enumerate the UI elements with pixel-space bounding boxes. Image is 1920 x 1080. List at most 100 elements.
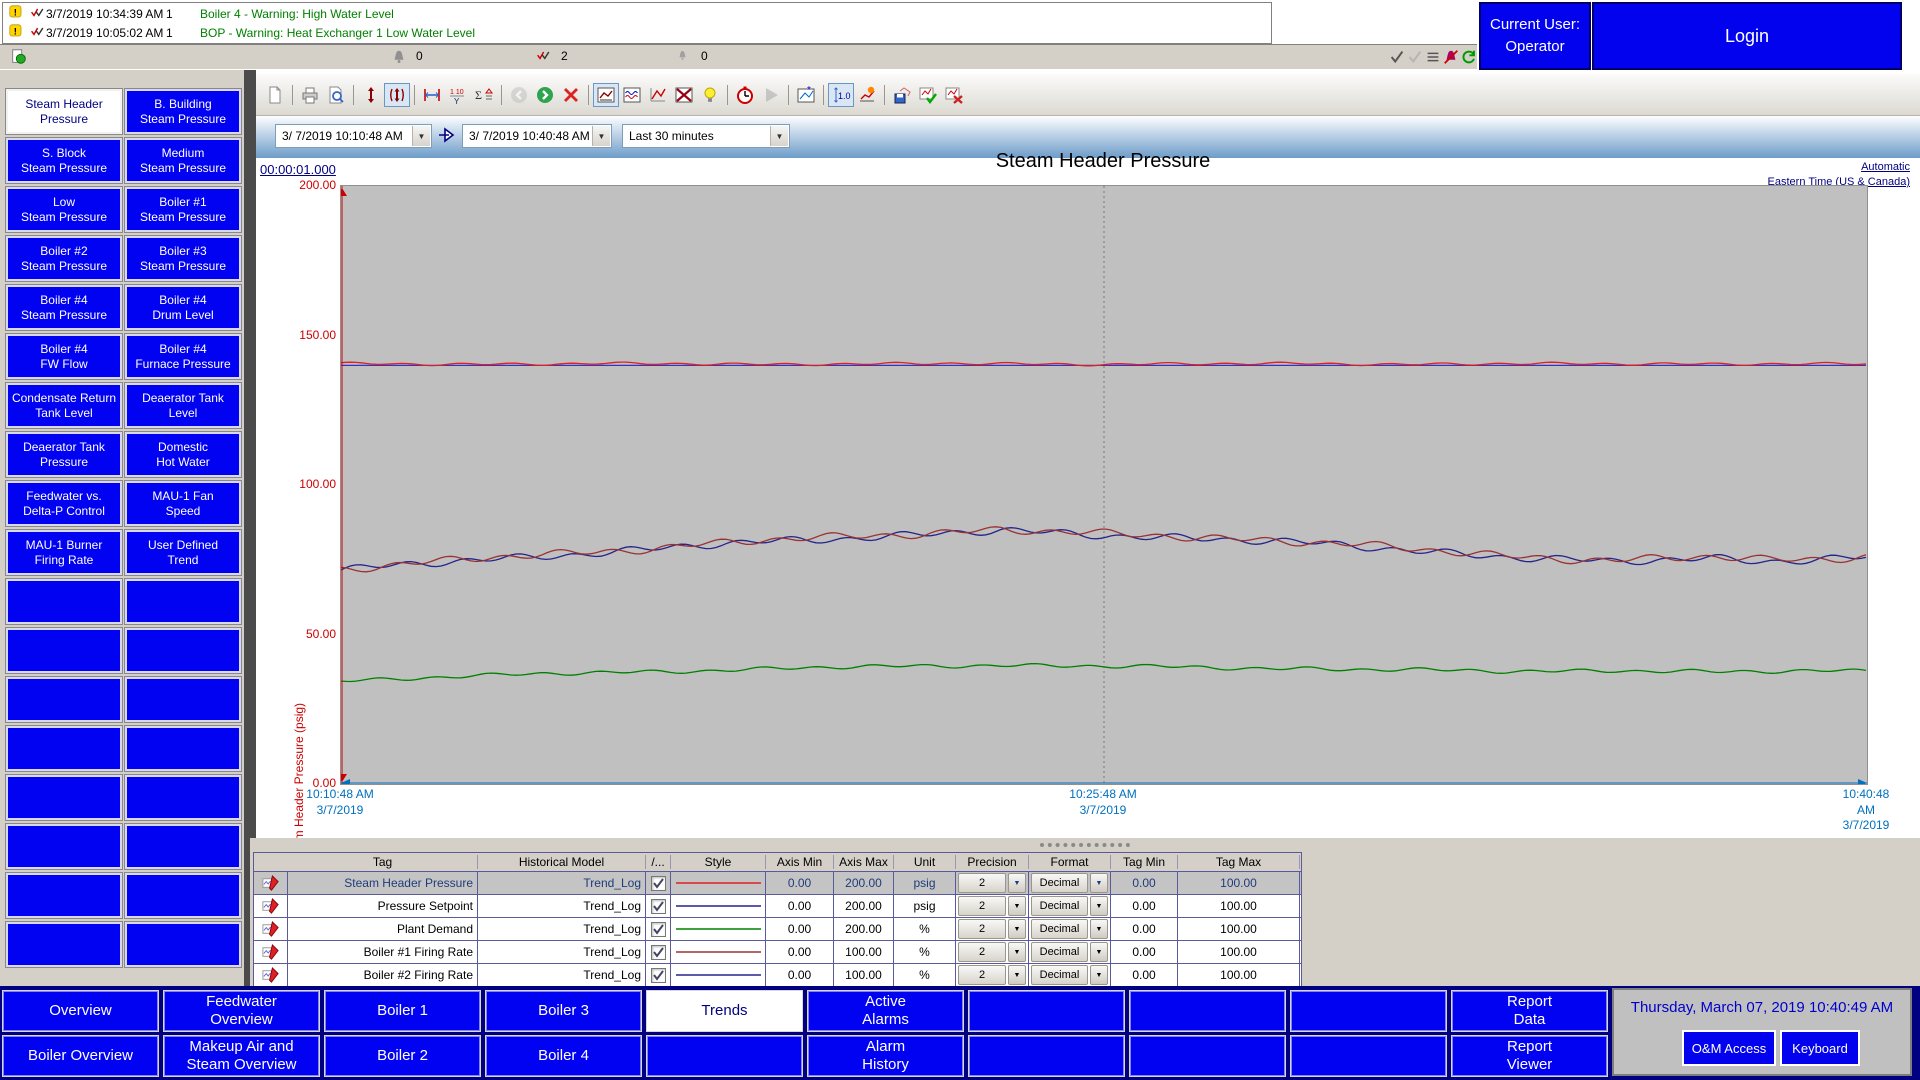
trend-plot-area[interactable] xyxy=(340,185,1868,785)
sidebar-item-empty[interactable] xyxy=(5,921,123,968)
save-chart-icon[interactable] xyxy=(889,83,915,107)
login-button[interactable]: Login xyxy=(1592,2,1902,70)
nav-empty-button[interactable] xyxy=(646,1035,803,1077)
scale-10-icon[interactable]: 1.0 xyxy=(828,82,854,107)
nav-overview[interactable]: Overview xyxy=(2,990,159,1032)
sidebar-item-empty[interactable] xyxy=(5,725,123,772)
menu-lines-icon[interactable] xyxy=(1424,48,1442,66)
refresh-icon[interactable] xyxy=(1460,48,1478,66)
sidebar-item-boiler-4-drum-level[interactable]: Boiler #4 Drum Level xyxy=(124,284,242,331)
table-row[interactable]: Plant Demand Trend_Log 0.00 200.00% 2 ▼ Decima… xyxy=(254,917,1301,940)
time-range-combo[interactable]: Last 30 minutes ▼ xyxy=(622,124,790,148)
chevron-down-icon[interactable]: ▼ xyxy=(592,126,610,146)
delete-x-icon[interactable] xyxy=(558,83,584,107)
sidebar-item-domestic-hot-water[interactable]: Domestic Hot Water xyxy=(124,431,242,478)
sidebar-item-boiler-1-steam-pressure[interactable]: Boiler #1 Steam Pressure xyxy=(124,186,242,233)
sidebar-item-empty[interactable] xyxy=(124,578,242,625)
print-preview-icon[interactable] xyxy=(323,83,349,107)
sidebar-item-boiler-4-fw-flow[interactable]: Boiler #4 FW Flow xyxy=(5,333,123,380)
bell-disabled-icon[interactable] xyxy=(1442,48,1460,66)
cursor-marker-icon[interactable] xyxy=(358,83,384,107)
highlight-bulb-icon[interactable] xyxy=(697,83,723,107)
visible-checkbox[interactable] xyxy=(650,944,666,960)
precision-dropdown[interactable]: 2 xyxy=(958,919,1006,939)
sidebar-item-empty[interactable] xyxy=(124,725,242,772)
nav-report-data[interactable]: Report Data xyxy=(1451,990,1608,1032)
sidebar-item-empty[interactable] xyxy=(124,774,242,821)
sidebar-item-user-defined-trend[interactable]: User Defined Trend xyxy=(124,529,242,576)
cursor-range-icon[interactable] xyxy=(384,82,410,107)
sidebar-item-empty[interactable] xyxy=(124,823,242,870)
sidebar-item-s-block-steam-pressure[interactable]: S. Block Steam Pressure xyxy=(5,137,123,184)
sidebar-item-empty[interactable] xyxy=(5,676,123,723)
chevron-down-icon[interactable]: ▼ xyxy=(1008,965,1026,985)
visible-checkbox[interactable] xyxy=(650,875,666,891)
precision-dropdown[interactable]: 2 xyxy=(958,942,1006,962)
sidebar-item-boiler-2-steam-pressure[interactable]: Boiler #2 Steam Pressure xyxy=(5,235,123,282)
sample-interval-link[interactable]: 00:00:01.000 xyxy=(260,162,336,177)
sidebar-item-boiler-4-furnace-pressure[interactable]: Boiler #4 Furnace Pressure xyxy=(124,333,242,380)
apply-check-icon[interactable] xyxy=(915,83,941,107)
nav-boiler-4[interactable]: Boiler 4 xyxy=(485,1035,642,1077)
back-icon[interactable] xyxy=(506,83,532,107)
nav-empty-button[interactable] xyxy=(1290,990,1447,1032)
sidebar-item-empty[interactable] xyxy=(124,676,242,723)
sidebar-item-empty[interactable] xyxy=(5,774,123,821)
start-datetime-combo[interactable]: 3/ 7/2019 10:10:48 AM ▼ xyxy=(275,124,432,148)
precision-dropdown[interactable]: 2 xyxy=(958,965,1006,985)
sidebar-item-boiler-4-steam-pressure[interactable]: Boiler #4 Steam Pressure xyxy=(5,284,123,331)
sidebar-item-mau-1-burner-firing-rate[interactable]: MAU-1 Burner Firing Rate xyxy=(5,529,123,576)
nav-report-viewer[interactable]: Report Viewer xyxy=(1451,1035,1608,1077)
alarm-chart-icon[interactable] xyxy=(854,83,880,107)
chevron-down-icon[interactable]: ▼ xyxy=(770,126,788,146)
chevron-down-icon[interactable]: ▼ xyxy=(1008,896,1026,916)
visible-checkbox[interactable] xyxy=(650,898,666,914)
sidebar-item-empty[interactable] xyxy=(124,872,242,919)
nav-boiler-overview[interactable]: Boiler Overview xyxy=(2,1035,159,1077)
nav-active-alarms[interactable]: Active Alarms xyxy=(807,990,964,1032)
chevron-down-icon[interactable]: ▼ xyxy=(1090,942,1108,962)
nav-alarm-history[interactable]: Alarm History xyxy=(807,1035,964,1077)
sidebar-item-feedwater-vs-delta-p-control[interactable]: Feedwater vs. Delta-P Control xyxy=(5,480,123,527)
chart-multi-icon[interactable] xyxy=(619,83,645,107)
chevron-down-icon[interactable]: ▼ xyxy=(1008,873,1026,893)
oam-access-button[interactable]: O&M Access xyxy=(1682,1030,1776,1066)
nav-boiler-3[interactable]: Boiler 3 xyxy=(485,990,642,1032)
nav-empty-button[interactable] xyxy=(968,990,1125,1032)
end-datetime-combo[interactable]: 3/ 7/2019 10:40:48 AM ▼ xyxy=(462,124,612,148)
sidebar-item-condensate-return-tank-level[interactable]: Condensate Return Tank Level xyxy=(5,382,123,429)
sidebar-item-empty[interactable] xyxy=(124,921,242,968)
check-icon[interactable] xyxy=(1388,48,1406,66)
horizontal-range-icon[interactable] xyxy=(419,83,445,107)
nav-boiler-1[interactable]: Boiler 1 xyxy=(324,990,481,1032)
nav-empty-button[interactable] xyxy=(1290,1035,1447,1077)
chevron-down-icon[interactable]: ▼ xyxy=(412,126,430,146)
ack-check-icon[interactable] xyxy=(29,24,47,40)
doc-green-icon[interactable] xyxy=(10,48,28,66)
alarm-row[interactable]: ! 3/7/2019 10:34:39 AM 1 Boiler 4 - Warning… xyxy=(3,4,1271,23)
sidebar-item-medium-steam-pressure[interactable]: Medium Steam Pressure xyxy=(124,137,242,184)
statistics-icon[interactable]: Σ xyxy=(471,83,497,107)
sidebar-item-empty[interactable] xyxy=(5,578,123,625)
ack-check-icon[interactable] xyxy=(29,5,47,21)
alarm-row[interactable]: ! 3/7/2019 10:05:02 AM 1 BOP - Warning: Hea… xyxy=(3,23,1271,42)
sidebar-item-mau-1-fan-speed[interactable]: MAU-1 Fan Speed xyxy=(124,480,242,527)
nav-makeup-air-and-steam-overview[interactable]: Makeup Air and Steam Overview xyxy=(163,1035,320,1077)
splitter-grip[interactable] xyxy=(1040,843,1130,851)
visible-checkbox[interactable] xyxy=(650,921,666,937)
chart-line-icon[interactable] xyxy=(645,83,671,107)
format-dropdown[interactable]: Decimal xyxy=(1031,873,1088,893)
sidebar-item-steam-header-pressure[interactable]: Steam Header Pressure xyxy=(5,88,123,135)
forward-icon[interactable] xyxy=(532,83,558,107)
table-row[interactable]: Pressure Setpoint Trend_Log 0.00 200.00 psig… xyxy=(254,894,1301,917)
print-icon[interactable] xyxy=(297,83,323,107)
timer-icon[interactable] xyxy=(732,83,758,107)
axis-scale-icon[interactable]: 1 10 Y xyxy=(445,83,471,107)
table-row[interactable]: Boiler #2 Firing Rate Trend_Log 0.00 100.00… xyxy=(254,963,1301,986)
sidebar-item-empty[interactable] xyxy=(124,627,242,674)
sidebar-item-b-building-steam-pressure[interactable]: B. Building Steam Pressure xyxy=(124,88,242,135)
sidebar-item-empty[interactable] xyxy=(5,627,123,674)
visible-checkbox[interactable] xyxy=(650,967,666,983)
sidebar-item-empty[interactable] xyxy=(5,872,123,919)
chevron-down-icon[interactable]: ▼ xyxy=(1008,919,1026,939)
